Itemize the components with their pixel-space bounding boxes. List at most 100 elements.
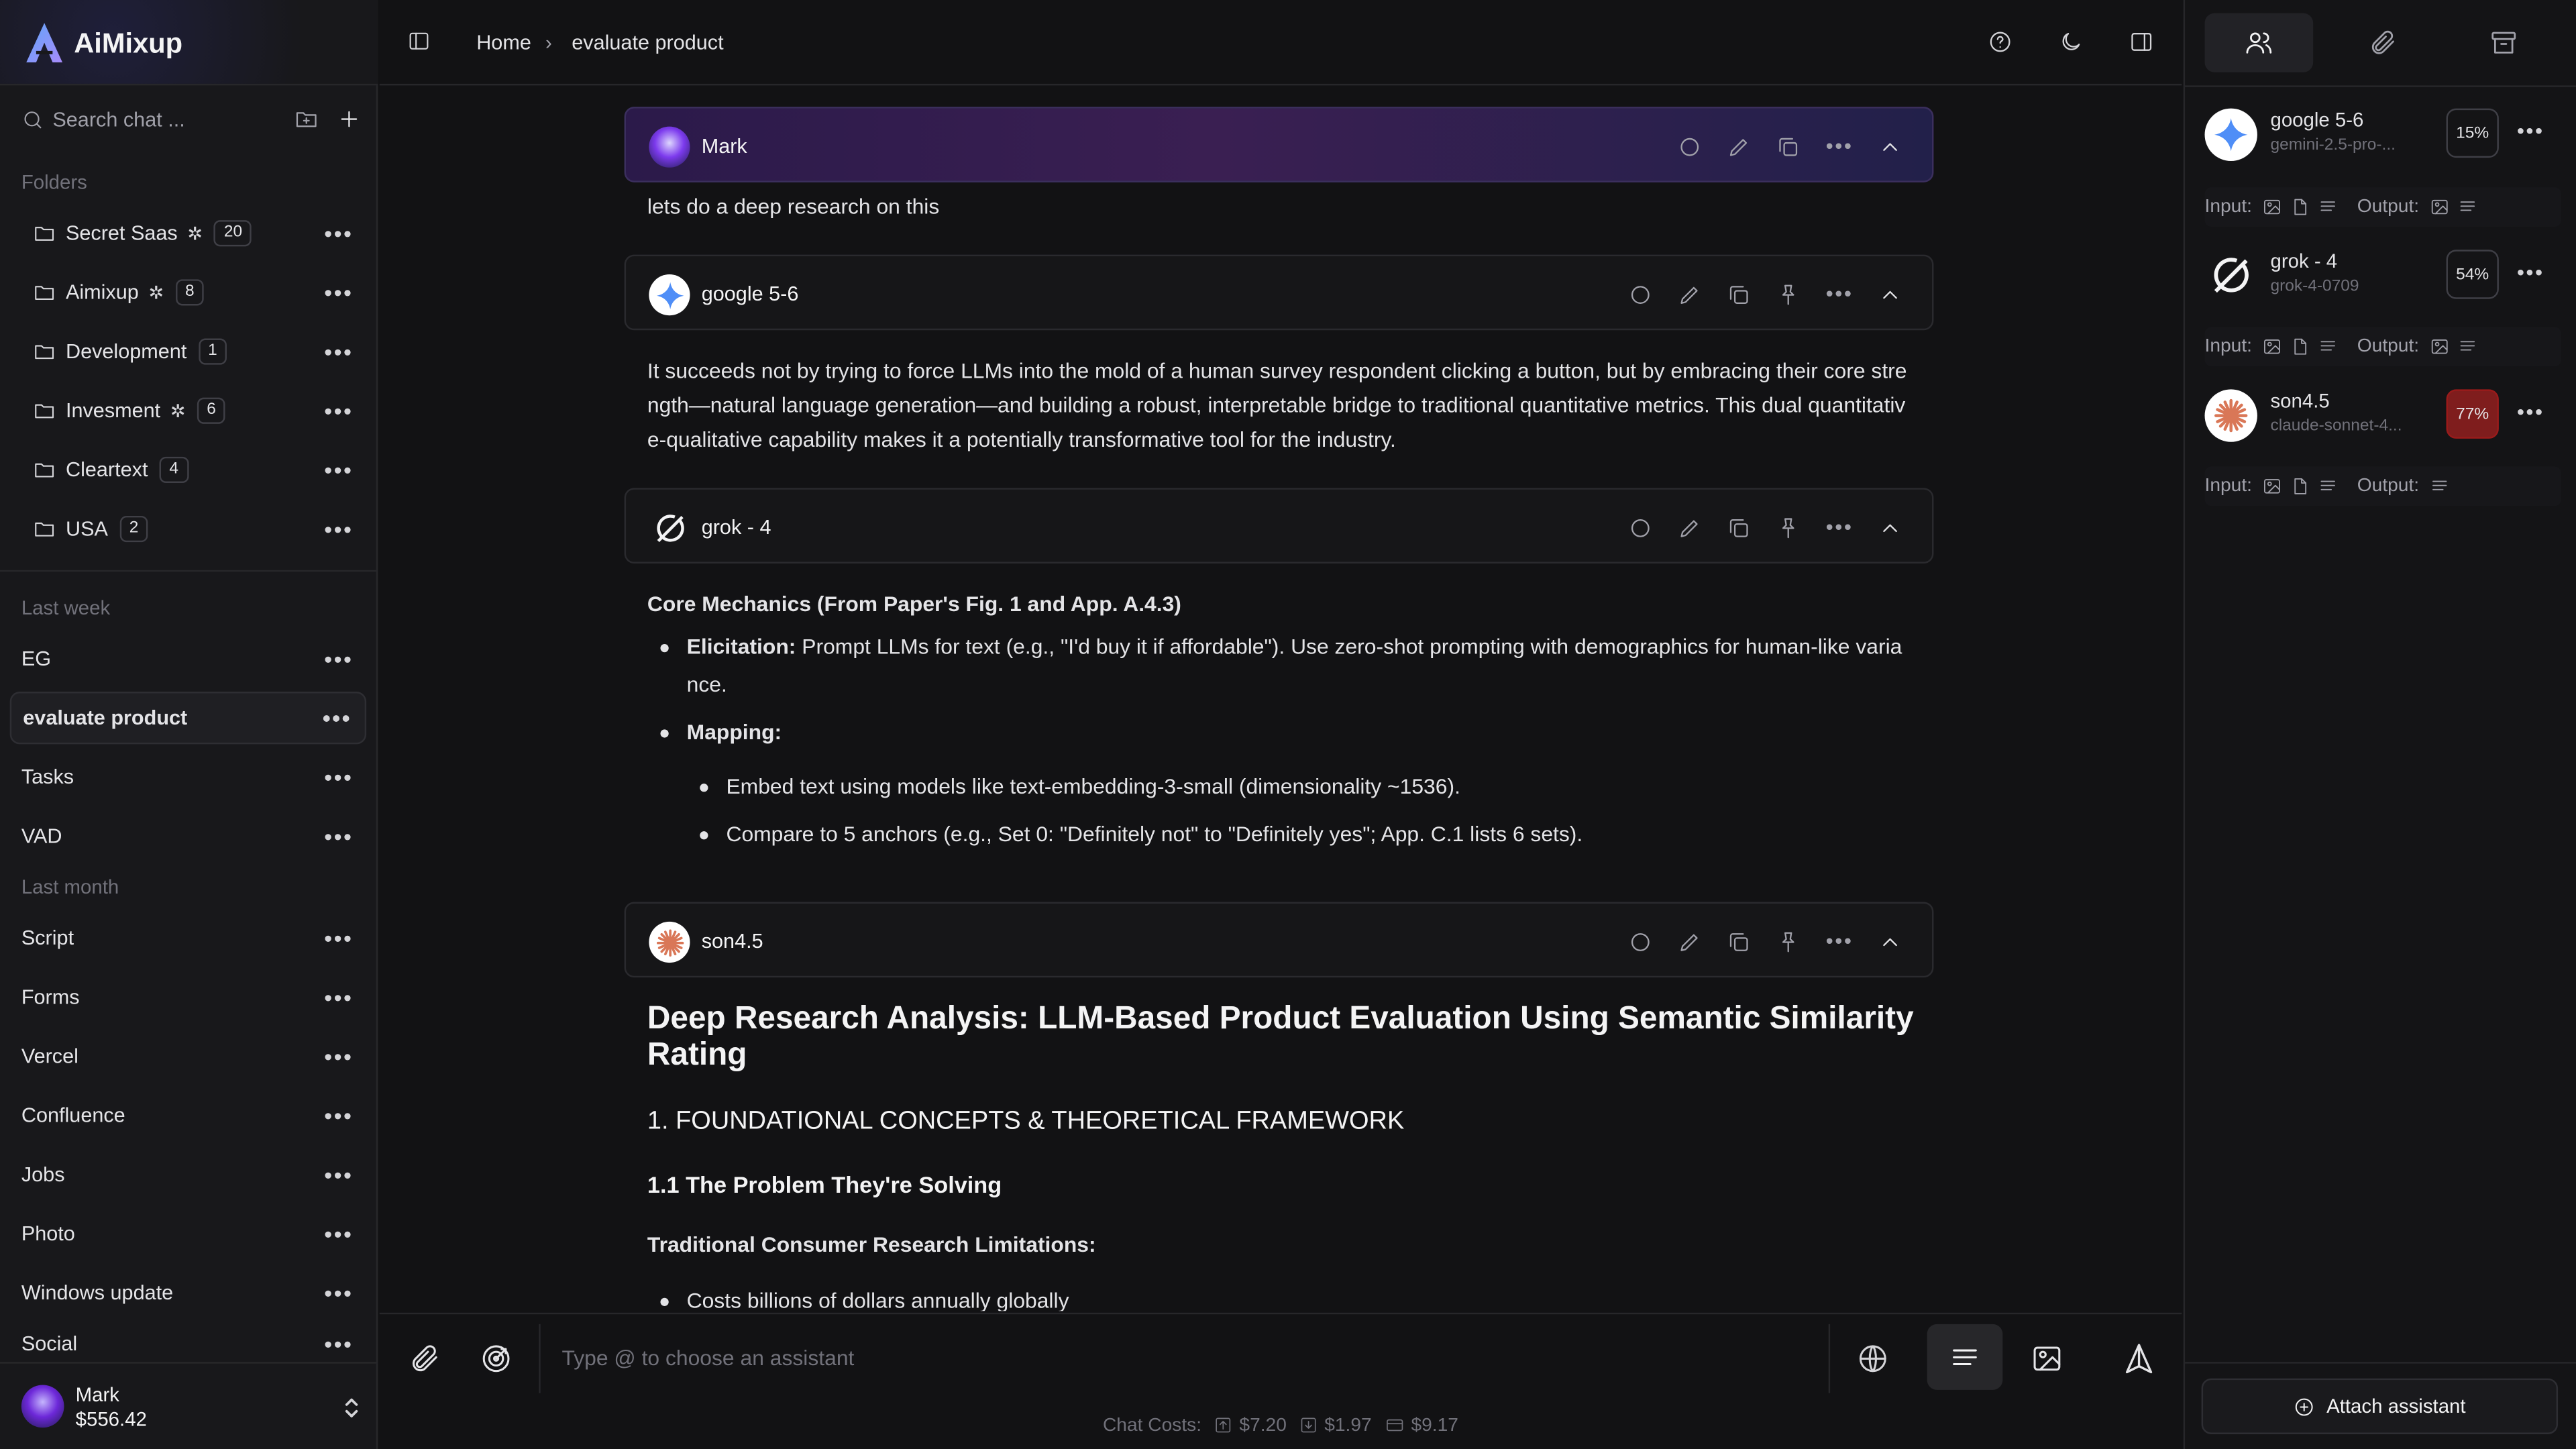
folder-item[interactable]: Secret Saas ✲ 20 •••	[13, 210, 367, 256]
output-cost: $1.97	[1324, 1415, 1372, 1436]
assistant-card[interactable]: google 5-6 gemini-2.5-pro-... 15% •••	[2204, 108, 2561, 181]
edit-icon[interactable]	[1678, 515, 1703, 540]
claude-icon	[2204, 389, 2257, 442]
chat-item[interactable]: Jobs •••	[10, 1148, 366, 1201]
copy-icon[interactable]	[1776, 134, 1801, 159]
circle-icon[interactable]	[1678, 134, 1703, 159]
message-header-assistant: google 5-6 •••	[624, 254, 1934, 331]
edit-icon[interactable]	[1678, 929, 1703, 954]
pin-icon[interactable]	[1776, 515, 1801, 540]
pin-icon[interactable]	[1776, 282, 1801, 307]
chat-item[interactable]: VAD •••	[10, 810, 366, 862]
folder-name: Development	[65, 339, 187, 364]
copy-icon[interactable]	[1727, 515, 1752, 540]
help-icon[interactable]	[1988, 30, 2012, 54]
more-options-icon[interactable]: •••	[324, 281, 353, 304]
more-options-icon[interactable]: •••	[324, 1163, 353, 1186]
more-options-icon[interactable]: •••	[1826, 926, 1854, 956]
dark-mode-icon[interactable]	[2059, 30, 2084, 54]
send-icon[interactable]	[2121, 1340, 2157, 1377]
target-icon[interactable]	[480, 1342, 513, 1375]
folder-item[interactable]: Invesment ✲ 6 •••	[13, 388, 367, 434]
folder-count: 4	[159, 456, 189, 484]
folder-item[interactable]: Aimixup ✲ 8 •••	[13, 270, 367, 316]
app-name: AiMixup	[74, 28, 183, 60]
new-folder-icon[interactable]	[294, 107, 319, 131]
tab-attachments[interactable]	[2328, 13, 2436, 72]
chevron-up-icon[interactable]	[1878, 282, 1902, 307]
attachment-icon[interactable]	[407, 1342, 440, 1375]
user-menu[interactable]: Mark $556.42	[0, 1362, 378, 1449]
more-options-icon[interactable]: •••	[323, 706, 352, 729]
chat-item[interactable]: Forms •••	[10, 971, 366, 1023]
search-input[interactable]: Search chat ...	[52, 109, 184, 131]
text-lines-icon	[2320, 201, 2335, 211]
edit-icon[interactable]	[1727, 134, 1752, 159]
more-options-icon[interactable]: •••	[324, 765, 353, 788]
chat-item[interactable]: Windows update •••	[10, 1267, 366, 1319]
more-options-icon[interactable]: •••	[324, 1281, 353, 1304]
more-options-icon[interactable]: •••	[324, 985, 353, 1008]
chevron-up-icon[interactable]	[1878, 929, 1902, 954]
chat-item[interactable]: Social •••	[10, 1326, 366, 1362]
more-options-icon[interactable]: •••	[324, 340, 353, 363]
more-options-icon[interactable]: •••	[1826, 279, 1854, 309]
circle-icon[interactable]	[1629, 282, 1654, 307]
more-options-icon[interactable]: •••	[324, 926, 353, 949]
more-options-icon[interactable]: •••	[324, 1222, 353, 1245]
more-options-icon[interactable]: •••	[1826, 513, 1854, 542]
tab-assistants[interactable]	[2204, 13, 2314, 72]
more-options-icon[interactable]: •••	[2517, 260, 2544, 284]
chat-item[interactable]: Tasks •••	[10, 751, 366, 803]
more-options-icon[interactable]: •••	[324, 824, 353, 847]
more-options-icon[interactable]: •••	[324, 647, 353, 670]
chat-item[interactable]: Confluence •••	[10, 1089, 366, 1142]
more-options-icon[interactable]: •••	[324, 458, 353, 481]
chevron-up-icon[interactable]	[1878, 134, 1902, 159]
folder-item[interactable]: Cleartext 4 •••	[13, 447, 367, 493]
edit-icon[interactable]	[1678, 282, 1703, 307]
more-options-icon[interactable]: •••	[324, 222, 353, 245]
chat-item[interactable]: Photo •••	[10, 1208, 366, 1260]
folder-item[interactable]: USA 2 •••	[13, 506, 367, 552]
message-heading-3: 1.1 The Problem They're Solving	[647, 1171, 1002, 1198]
sparkle-icon: ✲	[187, 224, 203, 244]
attach-assistant-button[interactable]: Attach assistant	[2201, 1378, 2559, 1434]
tab-archive[interactable]	[2449, 13, 2558, 72]
globe-icon[interactable]	[1856, 1342, 1889, 1375]
more-options-icon[interactable]: •••	[324, 517, 353, 540]
new-chat-icon[interactable]	[337, 107, 362, 131]
more-options-icon[interactable]: •••	[2517, 399, 2544, 424]
circle-icon[interactable]	[1629, 515, 1654, 540]
pin-icon[interactable]	[1776, 929, 1801, 954]
copy-icon[interactable]	[1727, 929, 1752, 954]
more-options-icon[interactable]: •••	[324, 1045, 353, 1068]
chat-title: Forms	[21, 985, 80, 1009]
more-options-icon[interactable]: •••	[324, 1332, 353, 1355]
assistant-card[interactable]: grok - 4 grok-4-0709 54% •••	[2205, 250, 2561, 322]
folder-count: 6	[197, 397, 226, 424]
assistant-name: son4.5	[2270, 389, 2330, 413]
folder-item[interactable]: Development 1 •••	[13, 329, 367, 375]
more-options-icon[interactable]: •••	[1826, 131, 1854, 161]
right-panel-toggle-icon[interactable]	[2129, 30, 2154, 54]
list-item: Compare to 5 anchors (e.g., Set 0: "Defi…	[700, 816, 1912, 853]
archive-icon	[2491, 32, 2516, 54]
chat-item[interactable]: Script •••	[10, 912, 366, 964]
io-capabilities: Input: Output:	[2204, 466, 2561, 506]
image-icon[interactable]	[2031, 1342, 2063, 1375]
chat-item[interactable]: EG •••	[10, 633, 366, 685]
more-options-icon[interactable]: •••	[2517, 118, 2544, 143]
circle-icon[interactable]	[1629, 929, 1654, 954]
assistant-card[interactable]: son4.5 claude-sonnet-4... 77% •••	[2204, 389, 2561, 462]
copy-icon[interactable]	[1727, 282, 1752, 307]
message-input[interactable]: Type @ to choose an assistant	[562, 1346, 855, 1371]
chevron-up-icon[interactable]	[1878, 515, 1902, 540]
chat-item-active[interactable]: evaluate product •••	[9, 692, 367, 745]
breadcrumb-home[interactable]: Home	[476, 32, 531, 54]
text-mode-button[interactable]	[1927, 1324, 2003, 1390]
chat-item[interactable]: Vercel •••	[10, 1030, 366, 1083]
more-options-icon[interactable]: •••	[324, 399, 353, 422]
more-options-icon[interactable]: •••	[324, 1104, 353, 1127]
sidebar-toggle-icon[interactable]	[407, 30, 430, 52]
